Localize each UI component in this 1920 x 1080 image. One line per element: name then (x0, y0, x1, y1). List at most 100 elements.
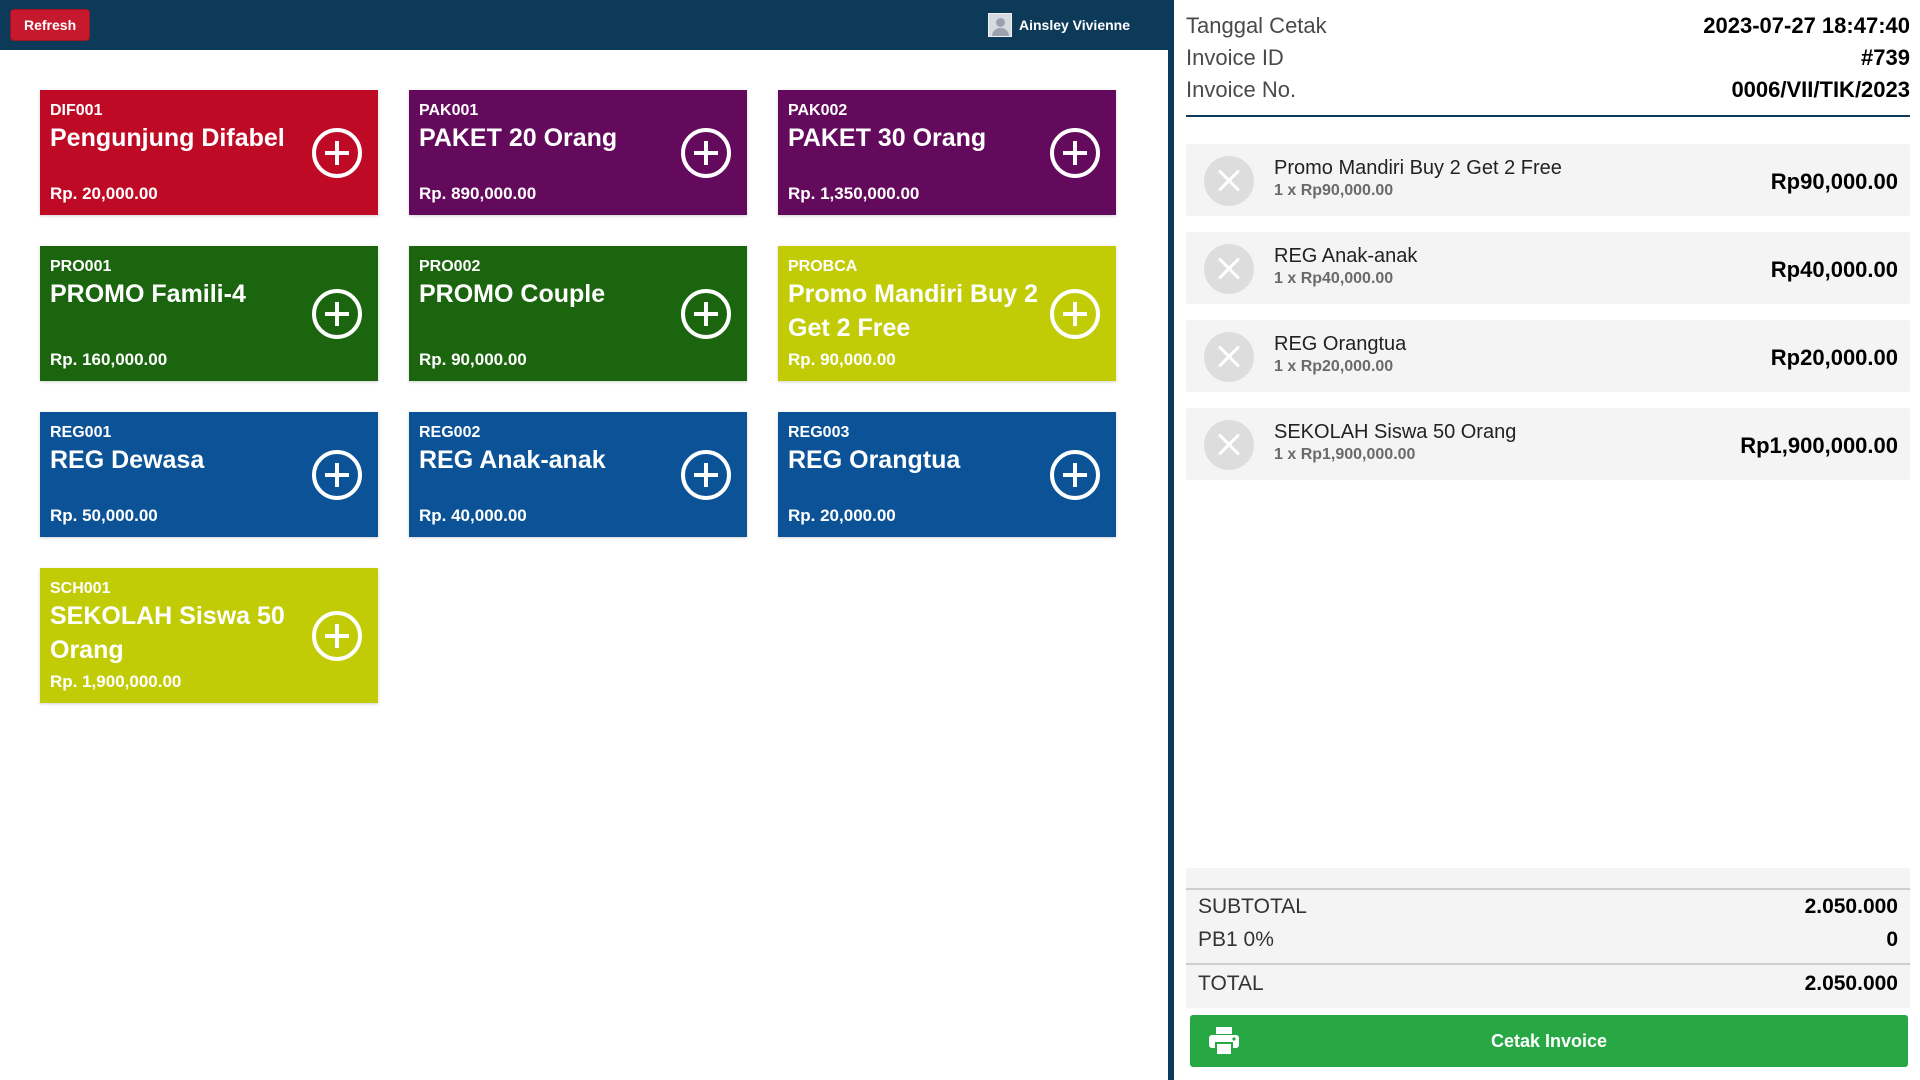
remove-item-icon[interactable] (1204, 156, 1254, 206)
invoice-meta: Tanggal Cetak 2023-07-27 18:47:40 Invoic… (1186, 10, 1910, 106)
print-date-label: Tanggal Cetak (1186, 13, 1327, 38)
product-name: PROMO Famili-4 (50, 280, 246, 308)
tax-label: PB1 0% (1198, 928, 1274, 951)
product-name: REG Anak-anak (419, 446, 606, 474)
product-code: REG002 (419, 424, 481, 441)
product-name: Pengunjung Difabel (50, 124, 285, 152)
subtotal-value: 2.050.000 (1804, 895, 1898, 918)
product-name: PAKET 20 Orang (419, 124, 618, 152)
product-code: PRO001 (50, 258, 112, 275)
meta-row-invoice-id: Invoice ID #739 (1186, 42, 1910, 74)
product-code: REG003 (788, 424, 850, 441)
product-pane: Refresh Ainsley Vivienne DIF001 Pengunju… (0, 0, 1168, 1080)
product-price: Rp. 40,000.00 (419, 506, 527, 525)
product-card[interactable]: PRO002 PROMO Couple Rp. 90,000.00 (409, 246, 747, 381)
subtotal-label: SUBTOTAL (1198, 895, 1307, 918)
subtotal-row: SUBTOTAL 2.050.000 (1198, 895, 1898, 919)
product-card[interactable]: PAK001 PAKET 20 Orang Rp. 890,000.00 (409, 90, 747, 215)
product-name: REG Dewasa (50, 446, 205, 474)
pos-app: Refresh Ainsley Vivienne DIF001 Pengunju… (0, 0, 1920, 1080)
cart-item-name: Promo Mandiri Buy 2 Get 2 Free (1274, 157, 1562, 179)
add-circle-icon[interactable] (681, 127, 731, 178)
remove-item-icon[interactable] (1204, 420, 1254, 470)
tax-row: PB1 0% 0 (1198, 928, 1898, 952)
summary-divider (1186, 963, 1910, 965)
cart-item-qty: 1 x Rp1,900,000.00 (1274, 446, 1416, 463)
add-circle-icon[interactable] (1050, 449, 1100, 500)
cart-item-qty: 1 x Rp20,000.00 (1274, 358, 1394, 375)
add-circle-icon[interactable] (312, 288, 362, 339)
cart-item-total: Rp90,000.00 (1770, 169, 1898, 194)
meta-row-invoice-no: Invoice No. 0006/VII/TIK/2023 (1186, 74, 1910, 106)
product-price: Rp. 50,000.00 (50, 506, 158, 525)
product-card[interactable]: REG003 REG Orangtua Rp. 20,000.00 (778, 412, 1116, 537)
cart-item-total: Rp20,000.00 (1770, 345, 1898, 370)
product-price: Rp. 1,350,000.00 (788, 184, 920, 203)
product-card[interactable]: REG002 REG Anak-anak Rp. 40,000.00 (409, 412, 747, 537)
printer-icon (1209, 1027, 1239, 1055)
product-code: PRO002 (419, 258, 481, 275)
meta-divider (1186, 115, 1910, 117)
print-date-value: 2023-07-27 18:47:40 (1703, 13, 1910, 38)
product-price: Rp. 890,000.00 (419, 184, 537, 203)
add-circle-icon[interactable] (1050, 288, 1100, 339)
cart-item: REG Orangtua 1 x Rp20,000.00 Rp20,000.00 (1186, 320, 1910, 392)
remove-item-icon[interactable] (1204, 244, 1254, 294)
product-card[interactable]: REG001 REG Dewasa Rp. 50,000.00 (40, 412, 378, 537)
cart-item-name: REG Orangtua (1274, 333, 1407, 355)
cart-list: Promo Mandiri Buy 2 Get 2 Free 1 x Rp90,… (1186, 144, 1910, 496)
print-invoice-button[interactable]: Cetak Invoice (1190, 1015, 1908, 1067)
product-name: SEKOLAH Siswa 50 Orang (50, 602, 285, 664)
avatar-icon (987, 13, 1012, 37)
cart-item-total: Rp40,000.00 (1770, 257, 1898, 282)
add-circle-icon[interactable] (1050, 127, 1100, 178)
product-name: REG Orangtua (788, 446, 961, 474)
invoice-pane: Tanggal Cetak 2023-07-27 18:47:40 Invoic… (1174, 0, 1920, 1080)
tax-value: 0 (1886, 928, 1898, 951)
product-code: PAK002 (788, 102, 848, 119)
product-card[interactable]: PROBCA Promo Mandiri Buy 2 Get 2 Free Rp… (778, 246, 1116, 381)
add-circle-icon[interactable] (312, 127, 362, 178)
cart-item-name: REG Anak-anak (1274, 245, 1418, 267)
product-code: PAK001 (419, 102, 479, 119)
add-circle-icon[interactable] (681, 449, 731, 500)
print-invoice-label: Cetak Invoice (1490, 1030, 1608, 1051)
invoice-no-label: Invoice No. (1186, 77, 1297, 102)
product-card[interactable]: PAK002 PAKET 30 Orang Rp. 1,350,000.00 (778, 90, 1116, 215)
product-price: Rp. 1,900,000.00 (50, 672, 182, 691)
product-grid: DIF001 Pengunjung Difabel Rp. 20,000.00 … (40, 90, 1116, 734)
cart-item: SEKOLAH Siswa 50 Orang 1 x Rp1,900,000.0… (1186, 408, 1910, 480)
add-circle-icon[interactable] (312, 449, 362, 500)
summary-divider (1186, 888, 1910, 890)
product-price: Rp. 90,000.00 (788, 350, 896, 369)
product-code: DIF001 (50, 102, 103, 119)
product-price: Rp. 160,000.00 (50, 350, 168, 369)
cart-item: REG Anak-anak 1 x Rp40,000.00 Rp40,000.0… (1186, 232, 1910, 304)
product-code: REG001 (50, 424, 112, 441)
total-value: 2.050.000 (1804, 972, 1898, 995)
invoice-no-value: 0006/VII/TIK/2023 (1731, 77, 1910, 102)
product-card[interactable]: SCH001 SEKOLAH Siswa 50 Orang Rp. 1,900,… (40, 568, 378, 703)
add-circle-icon[interactable] (312, 610, 362, 661)
total-label: TOTAL (1198, 972, 1264, 995)
user-name: Ainsley Vivienne (1018, 17, 1130, 33)
product-price: Rp. 90,000.00 (419, 350, 527, 369)
invoice-id-label: Invoice ID (1186, 45, 1284, 70)
top-bar: Refresh Ainsley Vivienne (0, 0, 1168, 50)
add-circle-icon[interactable] (681, 288, 731, 339)
user-menu[interactable]: Ainsley Vivienne (987, 13, 1130, 37)
invoice-summary: SUBTOTAL 2.050.000 PB1 0% 0 TOTAL 2.050.… (1186, 868, 1910, 1008)
product-name: PAKET 30 Orang (788, 124, 987, 152)
product-code: PROBCA (788, 258, 858, 275)
product-card[interactable]: DIF001 Pengunjung Difabel Rp. 20,000.00 (40, 90, 378, 215)
remove-item-icon[interactable] (1204, 332, 1254, 382)
product-name: PROMO Couple (419, 280, 606, 308)
invoice-id-value: #739 (1861, 45, 1910, 70)
product-code: SCH001 (50, 580, 111, 597)
cart-item-qty: 1 x Rp90,000.00 (1274, 182, 1394, 199)
product-name: Promo Mandiri Buy 2 Get 2 Free (788, 280, 1039, 342)
cart-item-name: SEKOLAH Siswa 50 Orang (1274, 421, 1517, 443)
meta-row-print-date: Tanggal Cetak 2023-07-27 18:47:40 (1186, 10, 1910, 42)
product-card[interactable]: PRO001 PROMO Famili-4 Rp. 160,000.00 (40, 246, 378, 381)
refresh-button[interactable]: Refresh (10, 9, 91, 41)
